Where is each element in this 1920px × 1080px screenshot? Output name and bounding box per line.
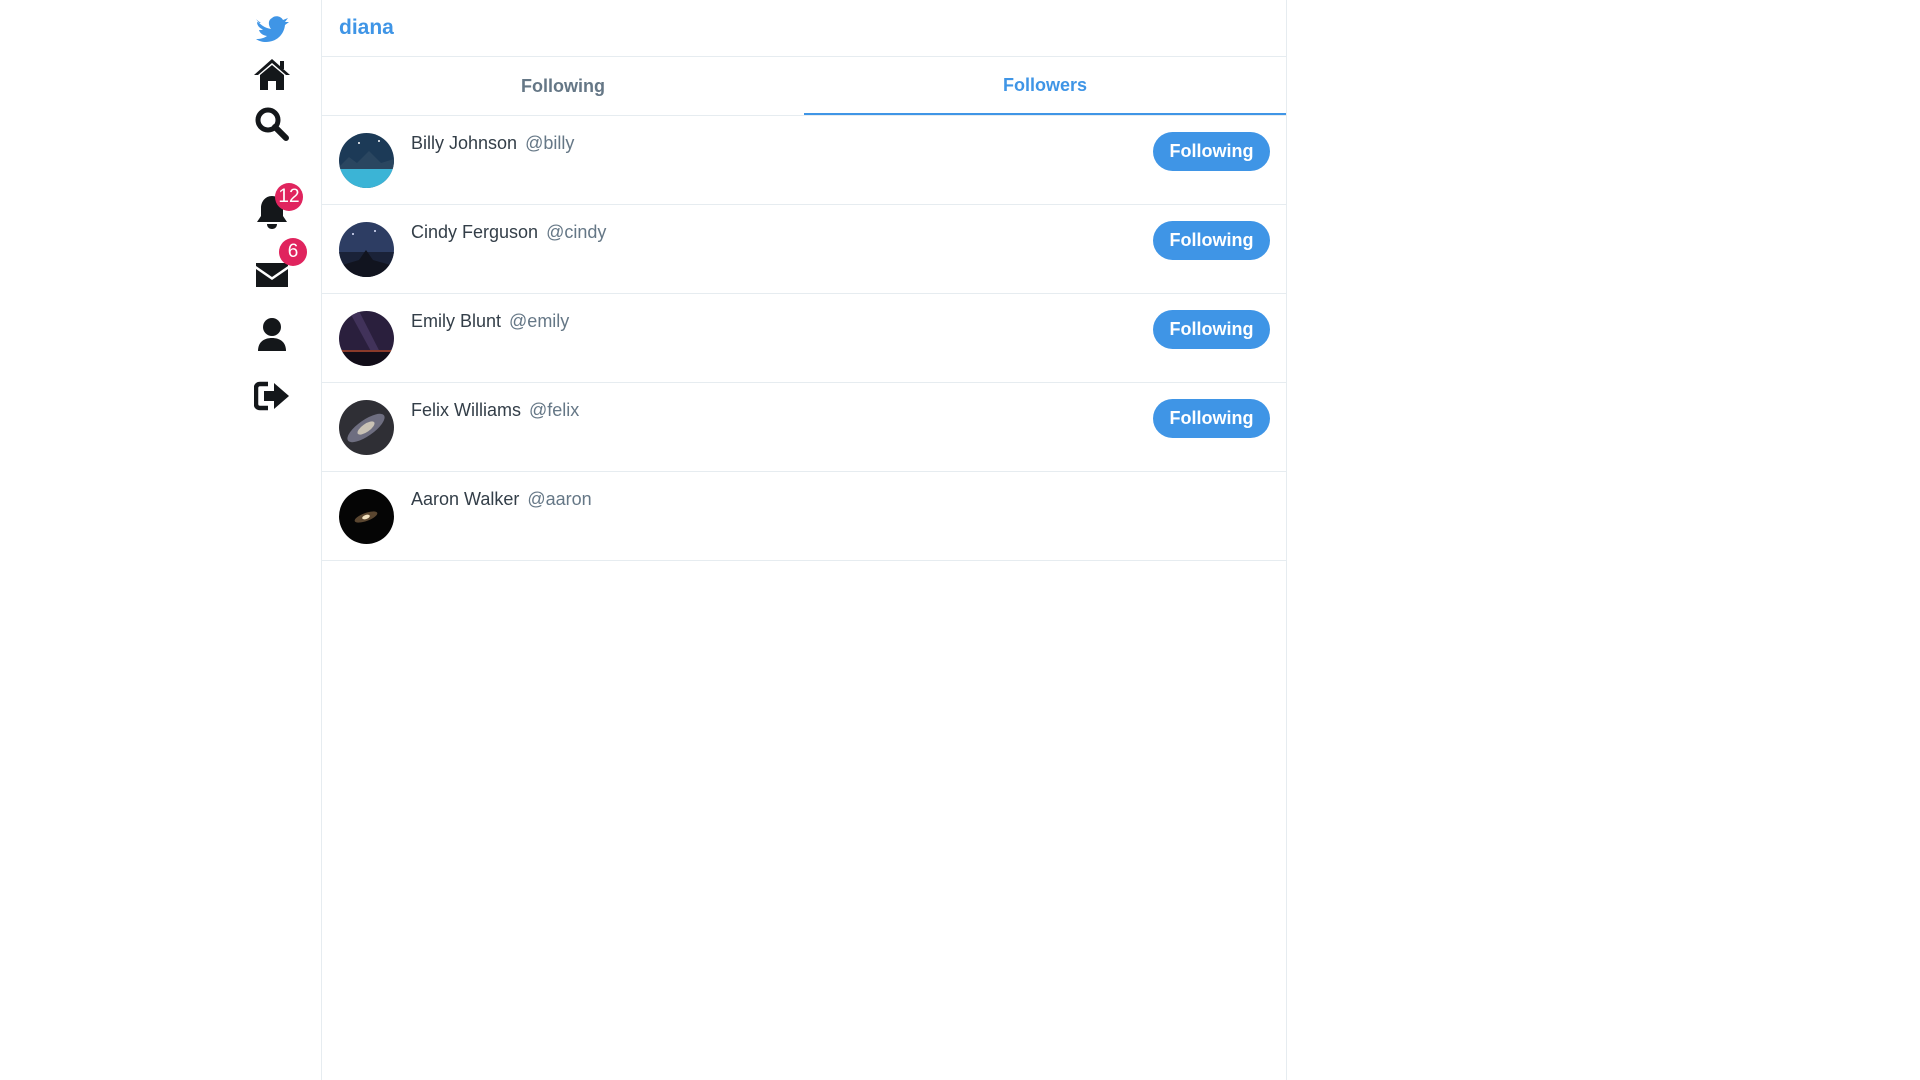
home-icon[interactable] <box>253 55 291 93</box>
following-button[interactable]: Following <box>1153 132 1270 171</box>
tab-followers[interactable]: Followers <box>804 57 1286 115</box>
avatar[interactable] <box>339 311 394 366</box>
list-item: Billy Johnson @billy Following <box>322 116 1286 205</box>
user-names: Felix Williams @felix <box>411 400 579 421</box>
main-column: diana Following Followers Billy Johnson @… <box>321 0 1287 1080</box>
envelope-icon[interactable]: 6 <box>253 238 307 294</box>
user-names: Emily Blunt @emily <box>411 311 569 332</box>
following-button[interactable]: Following <box>1153 310 1270 349</box>
user-names: Cindy Ferguson @cindy <box>411 222 606 243</box>
following-button[interactable]: Following <box>1153 221 1270 260</box>
message-count-badge: 6 <box>279 238 307 266</box>
list-item: Cindy Ferguson @cindy Following <box>322 205 1286 294</box>
user-handle[interactable]: @emily <box>509 311 569 331</box>
bird-logo-icon[interactable] <box>253 10 291 48</box>
avatar[interactable] <box>339 133 394 188</box>
user-handle[interactable]: @billy <box>525 133 574 153</box>
user-name[interactable]: Emily Blunt <box>411 311 501 331</box>
sidebar-nav: 12 6 <box>240 0 320 1080</box>
sign-out-icon[interactable] <box>253 377 291 415</box>
user-name[interactable]: Cindy Ferguson <box>411 222 538 242</box>
avatar[interactable] <box>339 400 394 455</box>
tab-bar: Following Followers <box>322 57 1286 116</box>
bell-icon[interactable]: 12 <box>253 183 303 231</box>
user-handle[interactable]: @felix <box>529 400 579 420</box>
user-names: Aaron Walker @aaron <box>411 489 592 510</box>
page-title: diana <box>339 16 394 39</box>
list-item: Aaron Walker @aaron <box>322 472 1286 561</box>
search-icon[interactable] <box>253 105 291 143</box>
following-button[interactable]: Following <box>1153 399 1270 438</box>
page-header: diana <box>322 0 1286 57</box>
user-icon[interactable] <box>253 316 291 354</box>
followers-list: Billy Johnson @billy Following Cindy Ferg… <box>322 116 1286 561</box>
user-names: Billy Johnson @billy <box>411 133 574 154</box>
user-name[interactable]: Billy Johnson <box>411 133 517 153</box>
user-name[interactable]: Felix Williams <box>411 400 521 420</box>
user-name[interactable]: Aaron Walker <box>411 489 519 509</box>
notification-count-badge: 12 <box>275 183 303 211</box>
list-item: Emily Blunt @emily Following <box>322 294 1286 383</box>
user-handle[interactable]: @aaron <box>527 489 591 509</box>
user-handle[interactable]: @cindy <box>546 222 606 242</box>
list-item: Felix Williams @felix Following <box>322 383 1286 472</box>
avatar[interactable] <box>339 489 394 544</box>
tab-following[interactable]: Following <box>322 57 804 115</box>
avatar[interactable] <box>339 222 394 277</box>
